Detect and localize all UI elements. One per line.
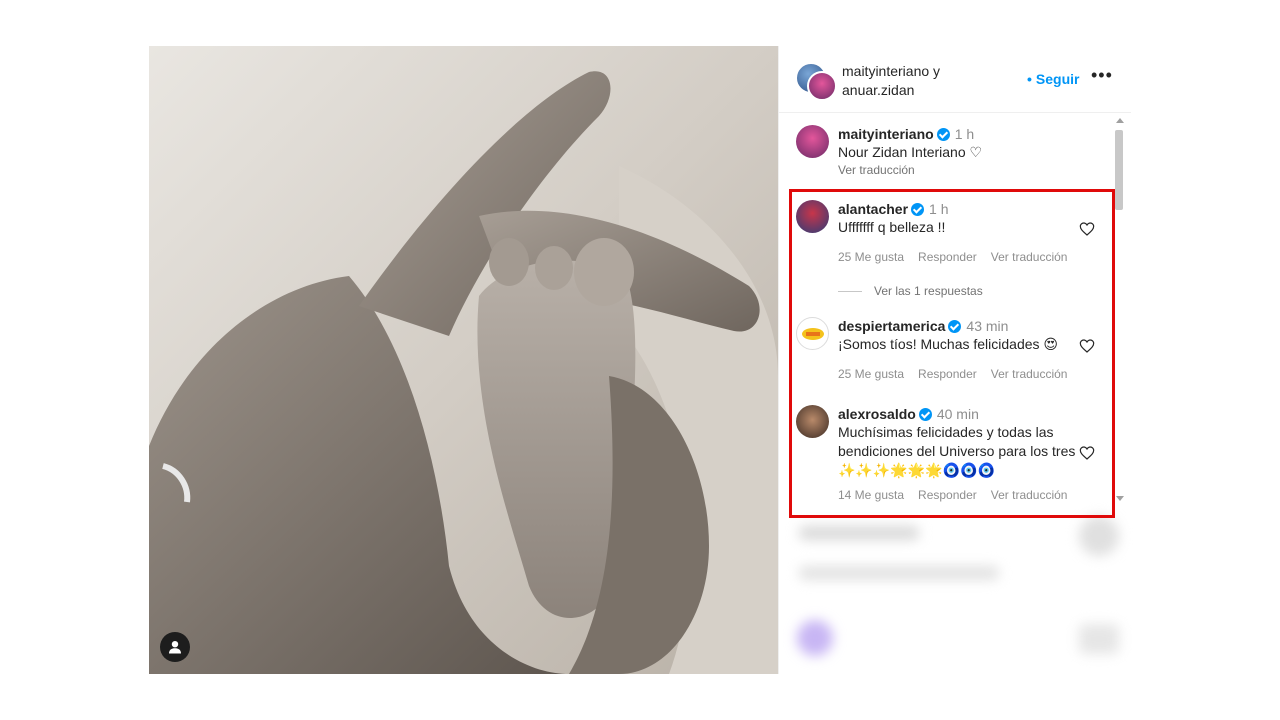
comments-scroll[interactable]: maityinteriano 1 h Nour Zidan Interiano ♡… bbox=[779, 113, 1131, 503]
blurred-content bbox=[797, 620, 833, 656]
caption-translate-link[interactable]: Ver traducción bbox=[838, 163, 1078, 177]
user-tag-icon[interactable] bbox=[160, 632, 190, 662]
comment-time[interactable]: 43 min bbox=[966, 318, 1008, 334]
post-authors[interactable]: maityinteriano y anuar.zidan bbox=[842, 62, 1002, 100]
scroll-up-icon[interactable] bbox=[1116, 118, 1124, 123]
blurred-content bbox=[799, 526, 919, 540]
comment-time[interactable]: 1 h bbox=[929, 201, 948, 217]
follow-label: Seguir bbox=[1035, 71, 1080, 87]
translate-link[interactable]: Ver traducción bbox=[991, 488, 1068, 502]
verified-icon bbox=[936, 128, 950, 141]
verified-icon bbox=[948, 320, 962, 333]
despierta-america-logo-icon bbox=[801, 327, 824, 340]
reply-button[interactable]: Responder bbox=[918, 367, 977, 381]
comment-text: ¡Somos tíos! Muchas felicidades 😍 bbox=[838, 336, 1059, 352]
post-side-panel: maityinteriano y anuar.zidan • Seguir •••… bbox=[778, 46, 1131, 674]
avatar[interactable] bbox=[796, 317, 829, 350]
view-replies-link[interactable]: Ver las 1 respuestas bbox=[838, 284, 983, 298]
scrollbar[interactable] bbox=[1113, 116, 1125, 506]
avatar[interactable] bbox=[807, 71, 837, 101]
view-replies-label: Ver las 1 respuestas bbox=[874, 284, 983, 298]
comment-username[interactable]: alantacher bbox=[838, 201, 908, 217]
scroll-thumb[interactable] bbox=[1115, 130, 1123, 210]
scroll-down-icon[interactable] bbox=[1116, 496, 1124, 501]
avatar[interactable] bbox=[796, 405, 829, 438]
comment-text: Muchísimas felicidades y todas las bendi… bbox=[838, 424, 1076, 478]
comment-likes[interactable]: 25 Me gusta bbox=[838, 367, 904, 381]
baby-foot-photo bbox=[149, 46, 778, 674]
translate-link[interactable]: Ver traducción bbox=[991, 250, 1068, 264]
verified-icon bbox=[918, 408, 932, 421]
avatar[interactable] bbox=[796, 200, 829, 233]
heart-icon[interactable] bbox=[1079, 445, 1095, 461]
post-header: maityinteriano y anuar.zidan • Seguir ••• bbox=[779, 46, 1131, 113]
verified-icon bbox=[911, 203, 925, 216]
more-options-icon[interactable]: ••• bbox=[1091, 66, 1113, 84]
comment-likes[interactable]: 25 Me gusta bbox=[838, 250, 904, 264]
heart-icon[interactable] bbox=[1079, 338, 1095, 354]
reply-button[interactable]: Responder bbox=[918, 250, 977, 264]
post-photo[interactable] bbox=[149, 46, 778, 674]
comment-username[interactable]: despiertamerica bbox=[838, 318, 945, 334]
avatar[interactable] bbox=[796, 125, 829, 158]
comment-text: Ufffffff q belleza !! bbox=[838, 219, 946, 235]
heart-icon[interactable] bbox=[1079, 221, 1095, 237]
comment-likes[interactable]: 14 Me gusta bbox=[838, 488, 904, 502]
caption-text: Nour Zidan Interiano ♡ bbox=[838, 144, 983, 160]
translate-link[interactable]: Ver traducción bbox=[991, 367, 1068, 381]
caption-username[interactable]: maityinteriano bbox=[838, 126, 934, 142]
follow-button[interactable]: • Seguir bbox=[1027, 71, 1079, 87]
collab-avatars[interactable] bbox=[795, 62, 837, 101]
caption-time[interactable]: 1 h bbox=[955, 126, 974, 142]
blurred-content bbox=[1079, 516, 1119, 556]
divider bbox=[838, 291, 862, 293]
comment-time[interactable]: 40 min bbox=[937, 406, 979, 422]
blurred-content bbox=[799, 566, 999, 580]
reply-button[interactable]: Responder bbox=[918, 488, 977, 502]
blurred-content bbox=[1079, 624, 1119, 654]
comment-username[interactable]: alexrosaldo bbox=[838, 406, 916, 422]
